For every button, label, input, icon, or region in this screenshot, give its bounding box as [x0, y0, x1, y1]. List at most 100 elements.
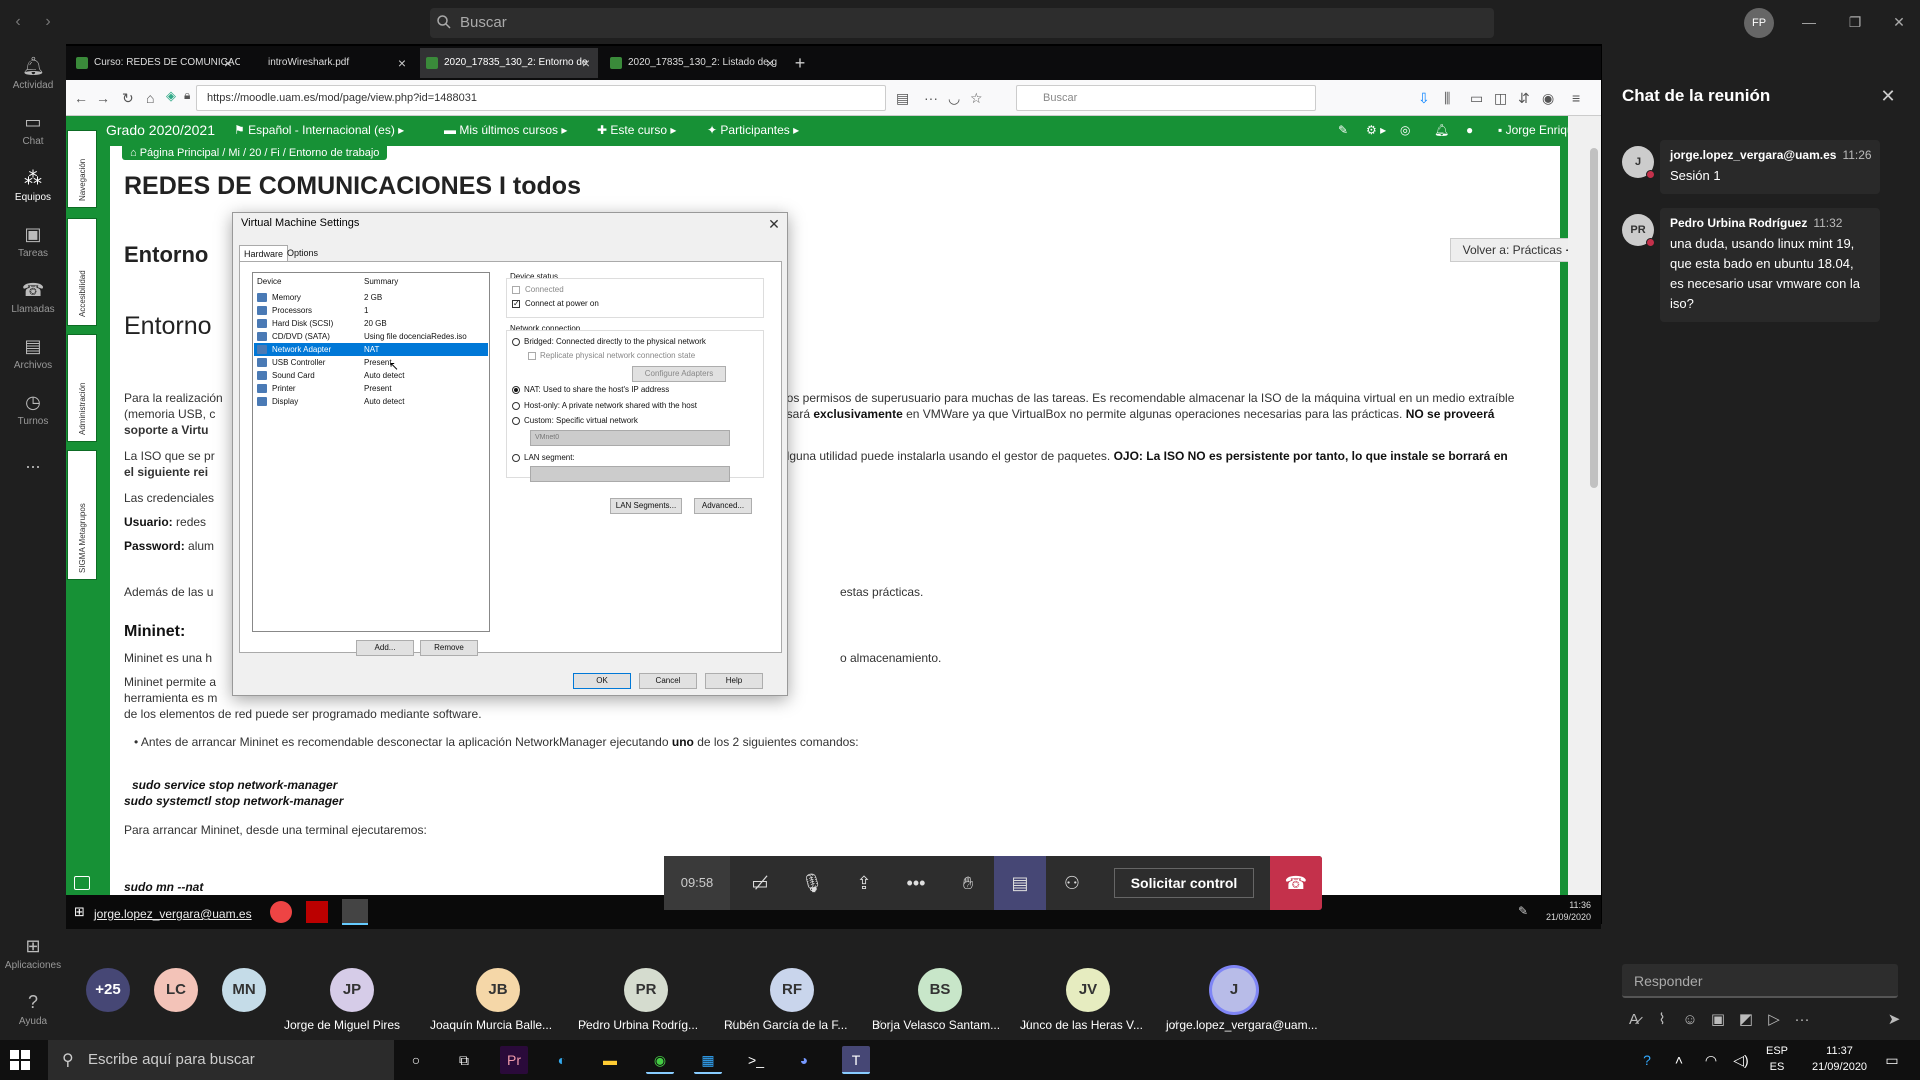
menu-icon[interactable]: ≡	[1572, 88, 1580, 108]
cortana-icon[interactable]: ○	[402, 1046, 430, 1074]
vmware-icon[interactable]	[342, 899, 368, 925]
rail-chat[interactable]: ▭ Chat	[0, 106, 66, 162]
my-courses-menu[interactable]: ▬ Mis últimos cursos ▸	[444, 123, 567, 137]
rail-apps[interactable]: ⊞ Aplicaciones	[0, 930, 66, 986]
shield-icon[interactable]: ◈	[166, 88, 176, 104]
remove-device-button[interactable]: Remove	[420, 640, 478, 656]
language-indicator[interactable]: ESP ES	[1766, 1043, 1788, 1075]
extension-icon[interactable]: ⇵	[1518, 88, 1530, 108]
message-icon[interactable]: ●	[1466, 123, 1473, 137]
device-row-hard-disk[interactable]: Hard Disk (SCSI) 20 GB	[254, 317, 488, 330]
add-device-button[interactable]: Add...	[356, 640, 414, 656]
device-row-display[interactable]: Display Auto detect	[254, 395, 488, 408]
emoji-icon[interactable]: ☺	[1680, 1010, 1700, 1030]
teams-search-input[interactable]: Buscar	[430, 8, 1494, 38]
system-clock[interactable]: 11:37 21/09/2020	[1812, 1043, 1867, 1075]
share-screen-icon[interactable]: ⇪	[838, 856, 890, 910]
site-name[interactable]: Grado 2020/2021	[106, 122, 215, 138]
connect-power-checkbox[interactable]: ✓	[512, 300, 520, 308]
side-tab-accessibility[interactable]: Accesibilidad	[67, 218, 97, 326]
rail-shifts[interactable]: ◷ Turnos	[0, 386, 66, 442]
back-icon[interactable]: ←	[74, 88, 88, 108]
this-course-menu[interactable]: ✚ Este curso ▸	[597, 123, 676, 137]
chat-toggle-icon[interactable]: ▤	[994, 856, 1046, 910]
close-tab-icon[interactable]: ×	[224, 48, 232, 78]
lan-segments-button[interactable]: LAN Segments...	[610, 498, 682, 514]
windows-start-icon[interactable]	[10, 1050, 30, 1070]
device-row-network-adapter[interactable]: Network Adapter NAT	[254, 343, 488, 356]
bookmark-star-icon[interactable]: ☆	[970, 88, 983, 108]
gif-icon[interactable]: ▣	[1708, 1010, 1728, 1030]
breadcrumb[interactable]: ⌂ Página Principal / Mi / 20 / Fi / Ento…	[122, 146, 388, 160]
participants-menu[interactable]: ✦ Participantes ▸	[707, 123, 799, 137]
device-row-memory[interactable]: Memory 2 GB	[254, 291, 488, 304]
forward-arrow-icon[interactable]: ›	[38, 12, 58, 32]
browser-tab-active[interactable]: 2020_17835_130_2: Entorno de ×	[420, 48, 598, 78]
host-only-radio[interactable]	[512, 402, 520, 410]
rail-more[interactable]: ...	[0, 446, 66, 502]
taskbar-search-input[interactable]: Escribe aquí para buscar	[48, 1040, 394, 1080]
gear-icon[interactable]: ⚙ ▸	[1366, 123, 1386, 137]
browser-tab[interactable]: 2020_17835_130_2: Listado de g ×	[604, 48, 782, 78]
device-row-cd-dvd[interactable]: CD/DVD (SATA) Using file docenciaRedes.is…	[254, 330, 488, 343]
help-button[interactable]: Help	[705, 673, 763, 689]
replicate-checkbox[interactable]	[528, 352, 536, 360]
connected-checkbox[interactable]	[512, 286, 520, 294]
nat-radio[interactable]	[512, 386, 520, 394]
url-bar[interactable]: https://moodle.uam.es/mod/page/view.php?…	[196, 85, 886, 111]
reader-icon[interactable]: ▤	[896, 88, 909, 108]
tab-options[interactable]: Options	[283, 245, 322, 261]
device-row-processors[interactable]: Processors 1	[254, 304, 488, 317]
minimize-icon[interactable]: —	[1794, 10, 1824, 34]
notifications-icon[interactable]: ▭	[1880, 1046, 1904, 1074]
lock-icon[interactable]: 🔒︎	[184, 88, 190, 103]
windows-start-icon[interactable]: ⊞	[74, 904, 85, 920]
browser-tab[interactable]: introWireshark.pdf ×	[244, 48, 414, 78]
volume-icon[interactable]: ◁)	[1730, 1046, 1752, 1074]
sticker-icon[interactable]: ◩	[1736, 1010, 1756, 1030]
more-actions-icon[interactable]: •••	[890, 856, 942, 910]
calendar-icon[interactable]	[74, 876, 90, 890]
participants-icon[interactable]: ⚇	[1046, 856, 1098, 910]
schedule-icon[interactable]: ▷	[1764, 1010, 1784, 1030]
hang-up-button[interactable]: ☎	[1270, 856, 1322, 910]
teams-taskbar-icon[interactable]: T	[842, 1046, 870, 1074]
side-tab-administration[interactable]: Administración	[67, 334, 97, 442]
close-tab-icon[interactable]: ×	[766, 48, 774, 78]
send-icon[interactable]: ➤	[1884, 1010, 1904, 1030]
browser-tab[interactable]: Curso: REDES DE COMUNICAC ×	[70, 48, 240, 78]
advanced-button[interactable]: Advanced...	[694, 498, 752, 514]
sync-icon[interactable]: ▭	[1470, 88, 1483, 108]
side-tab-navigation[interactable]: Navegación	[67, 130, 97, 208]
page-actions-icon[interactable]: ···	[924, 88, 938, 108]
chrome-icon[interactable]: ◉	[646, 1046, 674, 1074]
firefox-icon[interactable]	[270, 901, 292, 923]
close-tab-icon[interactable]: ×	[582, 48, 590, 78]
help-circle-icon[interactable]: ◎	[1400, 123, 1410, 137]
close-icon[interactable]: ✕	[761, 213, 787, 235]
account-icon[interactable]: ◉	[1542, 88, 1554, 108]
rail-files[interactable]: ▤ Archivos	[0, 330, 66, 386]
rail-activity[interactable]: 🔔︎ Actividad	[0, 50, 66, 106]
close-icon[interactable]: ✕	[1876, 84, 1900, 108]
side-tab-sigma[interactable]: SIGMA Metagrupos	[67, 450, 97, 580]
vmnet-select[interactable]: VMnet0	[530, 430, 730, 446]
request-control-button[interactable]: Solicitar control	[1114, 868, 1254, 898]
calendar-app-icon[interactable]: ▦	[694, 1046, 722, 1074]
lan-segment-select[interactable]	[530, 466, 730, 482]
terminal-icon[interactable]: >_	[742, 1046, 770, 1074]
pocket-icon[interactable]: ◡	[948, 88, 960, 108]
edit-icon[interactable]: ✎	[1338, 123, 1348, 137]
sidebar-icon[interactable]: ◫	[1494, 88, 1507, 108]
edge-icon[interactable]: ◐	[548, 1046, 576, 1074]
more-options-icon[interactable]: ···	[1792, 1010, 1812, 1030]
task-view-icon[interactable]: ⧉	[450, 1046, 478, 1074]
maximize-icon[interactable]: ❐	[1840, 10, 1870, 34]
user-avatar[interactable]: FP	[1744, 8, 1774, 38]
mic-off-icon[interactable]: 🎙︎	[786, 856, 838, 910]
file-explorer-icon[interactable]: ▬	[596, 1046, 624, 1074]
tab-hardware[interactable]: Hardware	[239, 245, 289, 261]
pdf-reader-icon[interactable]	[306, 901, 328, 923]
lan-segment-radio[interactable]	[512, 454, 520, 462]
new-tab-icon[interactable]: +	[788, 48, 812, 78]
